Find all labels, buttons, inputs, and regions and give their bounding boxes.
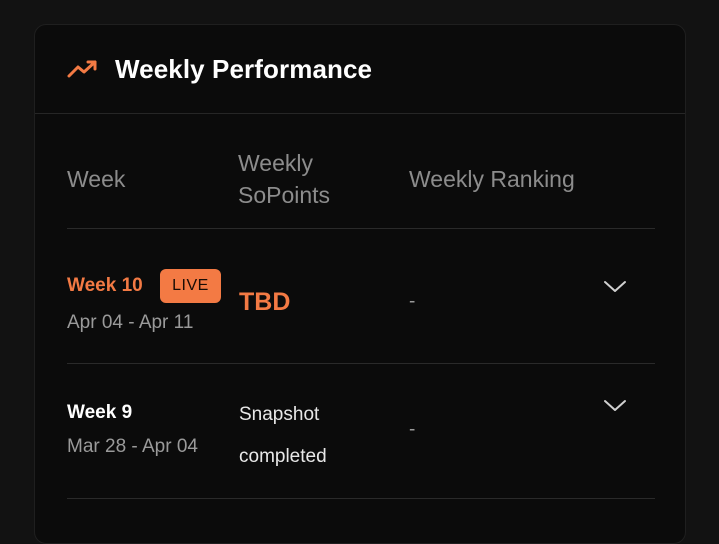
weekly-performance-card: Weekly Performance Week Weekly SoPoints … — [34, 24, 686, 544]
column-header-points: Weekly SoPoints — [238, 150, 331, 208]
performance-table: Week Weekly SoPoints Weekly Ranking Week… — [67, 115, 655, 499]
weekly-ranking: - — [409, 419, 416, 440]
column-header-ranking: Weekly Ranking — [409, 166, 575, 192]
live-badge: LIVE — [160, 269, 221, 303]
trending-up-icon — [67, 59, 99, 79]
weekly-ranking: - — [409, 291, 416, 312]
chevron-down-icon[interactable] — [603, 279, 627, 295]
table-row[interactable]: Week 9 Mar 28 - Apr 04 Snapshot complete… — [67, 364, 655, 499]
card-title: Weekly Performance — [115, 53, 373, 84]
date-range: Mar 28 - Apr 04 — [67, 436, 198, 457]
table-header: Week Weekly SoPoints Weekly Ranking — [67, 115, 655, 229]
date-range: Apr 04 - Apr 11 — [67, 312, 194, 333]
week-label: Week 10 — [67, 275, 143, 296]
card-header: Weekly Performance — [35, 25, 685, 114]
column-header-week: Week — [67, 166, 126, 192]
table-row[interactable]: Week 10 LIVE Apr 04 - Apr 11 TBD - — [67, 229, 655, 364]
weekly-points: TBD — [239, 288, 291, 316]
chevron-down-icon[interactable] — [603, 398, 627, 414]
weekly-points: Snapshot completed — [239, 404, 327, 467]
week-label: Week 9 — [67, 402, 133, 423]
